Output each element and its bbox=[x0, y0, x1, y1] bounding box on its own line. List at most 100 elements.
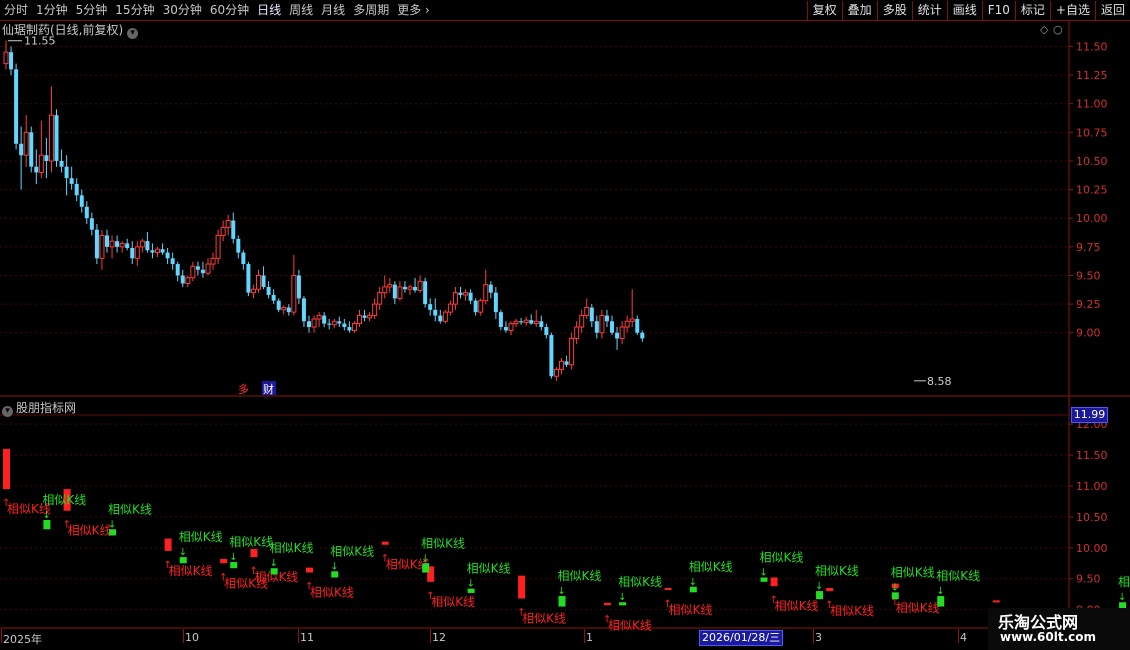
candle-body bbox=[99, 234, 105, 259]
price-tick-label: 9.25 bbox=[1076, 298, 1101, 311]
candle-body bbox=[473, 300, 478, 313]
candle-body bbox=[180, 275, 185, 284]
signal-red-bar bbox=[250, 549, 258, 558]
candle-body bbox=[331, 320, 337, 326]
price-tick-label: 9.75 bbox=[1076, 241, 1101, 254]
candle-body bbox=[246, 264, 251, 293]
candle-body bbox=[296, 275, 301, 299]
candle-body bbox=[478, 300, 484, 313]
candle-body bbox=[256, 274, 261, 290]
signal-down-arrow: ↓ bbox=[108, 519, 116, 530]
candle-body bbox=[413, 286, 418, 291]
candle-body bbox=[301, 298, 306, 322]
signal-red-bar bbox=[603, 602, 611, 606]
candle-body bbox=[493, 292, 498, 313]
signal-down-arrow: ↓ bbox=[618, 592, 626, 603]
candle-body bbox=[74, 183, 79, 196]
candle-body bbox=[604, 315, 609, 322]
signal-green-bar bbox=[558, 596, 566, 607]
candle-body bbox=[195, 266, 200, 270]
candle-body bbox=[89, 218, 94, 230]
signal-red-bar bbox=[826, 588, 834, 592]
indicator-tick-label: 9.50 bbox=[1076, 573, 1101, 586]
signal-down-arrow: ↓ bbox=[760, 567, 768, 578]
signal-green-label: 相似K线 bbox=[108, 502, 152, 516]
candle-body bbox=[377, 292, 383, 305]
date-axis-label-2: 11 bbox=[300, 631, 314, 644]
candle-body bbox=[94, 229, 99, 259]
candle-body bbox=[619, 326, 625, 339]
signal-green-label: 相似K线 bbox=[1118, 575, 1130, 589]
signal-down-arrow: ↓ bbox=[936, 586, 944, 597]
chevron-down-icon[interactable]: ▾ bbox=[2, 406, 13, 417]
candle-body bbox=[468, 292, 473, 301]
indicator-title-text: 股朋指标网 bbox=[16, 401, 77, 415]
candle-body bbox=[125, 243, 130, 248]
candle-body bbox=[19, 143, 24, 156]
signal-red-bar bbox=[306, 567, 313, 573]
signal-down-arrow: ↓ bbox=[270, 558, 278, 569]
candle-body bbox=[549, 335, 554, 377]
candle-body bbox=[529, 320, 534, 324]
candle-body bbox=[423, 281, 428, 305]
circle-icon[interactable]: ○ bbox=[1053, 23, 1063, 36]
candle-body bbox=[438, 315, 443, 322]
signal-down-arrow: ↓ bbox=[421, 553, 429, 564]
signal-red-bar bbox=[992, 600, 1000, 603]
candle-body bbox=[387, 284, 393, 288]
candle-body bbox=[54, 115, 59, 161]
candle-body bbox=[59, 160, 64, 167]
candle-body bbox=[337, 321, 342, 324]
candle-body bbox=[392, 284, 397, 299]
candle-body bbox=[559, 360, 564, 370]
candle-body bbox=[215, 234, 221, 259]
candle-body bbox=[130, 248, 135, 259]
candle-body bbox=[44, 155, 49, 161]
signal-down-arrow: ↓ bbox=[689, 577, 697, 588]
candle-body bbox=[9, 52, 14, 70]
signal-red-label: 相似K线 bbox=[669, 603, 713, 617]
signal-down-arrow: ↓ bbox=[179, 547, 187, 558]
candle-body bbox=[488, 284, 493, 293]
signal-down-arrow: ↓ bbox=[42, 510, 50, 521]
event-marker-cai[interactable]: 财 bbox=[263, 382, 274, 396]
date-axis-label-5: 3 bbox=[815, 631, 822, 644]
candle-body bbox=[210, 257, 216, 265]
candle-body bbox=[589, 307, 594, 322]
event-marker-duo[interactable]: 多 bbox=[238, 382, 249, 396]
date-axis-tick bbox=[1, 629, 2, 643]
candle-body bbox=[165, 252, 170, 259]
date-axis-tick bbox=[183, 629, 184, 643]
signal-green-label: 相似K线 bbox=[229, 535, 273, 549]
candle-body bbox=[38, 154, 44, 173]
candle-body bbox=[29, 132, 34, 167]
candle-body bbox=[342, 323, 347, 328]
signal-red-bar bbox=[3, 448, 10, 490]
candle-body bbox=[34, 166, 39, 173]
candle-body bbox=[3, 51, 9, 65]
candle-body bbox=[266, 286, 271, 295]
signal-red-label: 相似K线 bbox=[68, 524, 112, 538]
price-tick-label: 10.75 bbox=[1076, 126, 1108, 139]
signal-green-label: 相似K线 bbox=[815, 564, 859, 578]
candle-body bbox=[190, 265, 196, 279]
candle-body bbox=[109, 240, 115, 248]
candle-body bbox=[635, 319, 640, 333]
signal-green-bar bbox=[422, 563, 430, 573]
cursor-date-box: 2026/01/28/三 bbox=[699, 630, 784, 646]
date-axis-label-6: 4 bbox=[960, 631, 967, 644]
signal-red-bar bbox=[381, 541, 389, 545]
indicator-tick-label: 10.50 bbox=[1076, 511, 1108, 524]
candlestick-chart[interactable]: ↑相似K线↑相似K线↑相似K线 ↑相似K线↑相似K线↑相似K线↑相似K线↑相似K线… bbox=[0, 0, 1130, 650]
candle-body bbox=[417, 280, 423, 291]
signal-red-bar bbox=[518, 575, 526, 599]
candle-body bbox=[185, 277, 191, 285]
diamond-icon[interactable]: ◇ bbox=[1040, 23, 1049, 36]
candle-body bbox=[544, 327, 549, 336]
candle-body bbox=[271, 294, 276, 301]
candle-body bbox=[458, 292, 463, 295]
signal-green-bar bbox=[891, 592, 899, 600]
candle-body bbox=[615, 332, 620, 339]
candle-body bbox=[119, 242, 125, 248]
candle-body bbox=[69, 178, 74, 184]
